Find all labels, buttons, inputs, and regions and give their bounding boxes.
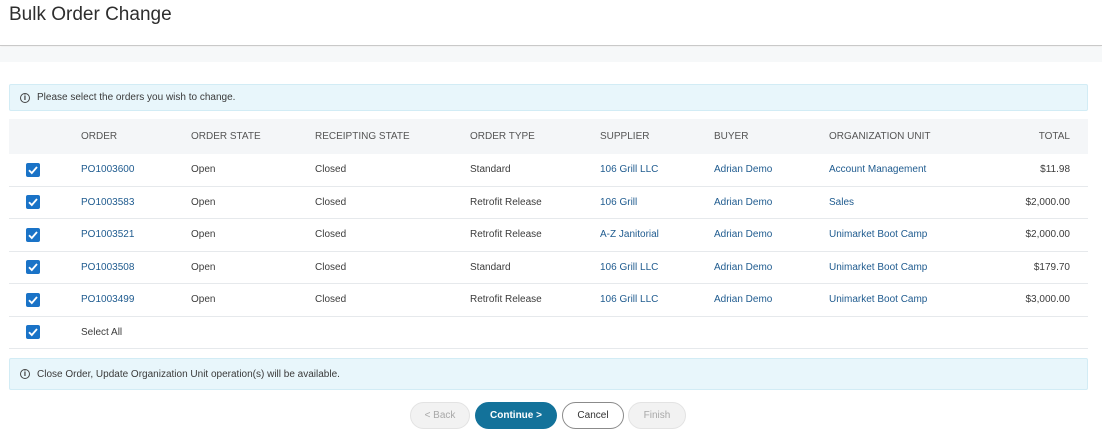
select-all-row: Select All <box>9 317 1088 349</box>
header-supplier[interactable]: SUPPLIER <box>600 131 649 142</box>
row-checkbox[interactable] <box>26 260 40 275</box>
receipting-state: Closed <box>315 196 347 208</box>
organization-unit-link[interactable]: Unimarket Boot Camp <box>829 229 927 240</box>
buyer-link[interactable]: Adrian Demo <box>714 294 772 305</box>
order-total: $3,000.00 <box>1025 294 1071 306</box>
back-button[interactable]: < Back <box>410 402 470 429</box>
page-title: Bulk Order Change <box>9 4 172 25</box>
supplier-link[interactable]: 106 Grill <box>600 197 637 208</box>
header-receipting-state[interactable]: RECEIPTING STATE <box>315 131 410 142</box>
continue-button[interactable]: Continue > <box>475 402 557 429</box>
order-total: $179.70 <box>1033 261 1070 273</box>
header-buyer[interactable]: BUYER <box>714 131 748 142</box>
organization-unit-link[interactable]: Account Management <box>829 164 926 175</box>
table-row: PO1003508 Open Closed Standard 106 Grill LLC… <box>9 252 1088 284</box>
order-type: Retrofit Release <box>470 196 542 208</box>
header-order-type[interactable]: ORDER TYPE <box>470 131 535 142</box>
header-organization-unit[interactable]: ORGANIZATION UNIT <box>829 131 930 142</box>
header-order[interactable]: ORDER <box>81 131 117 142</box>
info-banner-text: Please select the orders you wish to cha… <box>37 92 236 103</box>
supplier-link[interactable]: 106 Grill LLC <box>600 262 658 273</box>
select-all-checkbox[interactable] <box>26 325 40 340</box>
row-checkbox[interactable] <box>26 195 40 210</box>
info-banner-operations: i Close Order, Update Organization Unit … <box>9 358 1088 390</box>
order-link[interactable]: PO1003508 <box>81 262 134 273</box>
order-state: Open <box>191 229 216 241</box>
checkmark-icon <box>28 166 38 175</box>
table-body: PO1003600 Open Closed Standard 106 Grill LLC… <box>9 154 1088 317</box>
supplier-link[interactable]: A-Z Janitorial <box>600 229 659 240</box>
order-link[interactable]: PO1003583 <box>81 197 134 208</box>
order-state: Open <box>191 261 216 273</box>
buyer-link[interactable]: Adrian Demo <box>714 197 772 208</box>
checkmark-icon <box>28 198 38 207</box>
order-link[interactable]: PO1003521 <box>81 229 134 240</box>
checkmark-icon <box>28 263 38 272</box>
order-total: $11.98 <box>1040 164 1070 176</box>
order-type: Retrofit Release <box>470 229 542 241</box>
finish-button[interactable]: Finish <box>628 402 686 429</box>
order-type: Standard <box>470 261 511 273</box>
cancel-button[interactable]: Cancel <box>562 402 624 429</box>
info-banner-select: i Please select the orders you wish to c… <box>9 84 1088 111</box>
receipting-state: Closed <box>315 294 347 306</box>
order-link[interactable]: PO1003600 <box>81 164 134 175</box>
receipting-state: Closed <box>315 229 347 241</box>
checkmark-icon <box>28 296 38 305</box>
row-checkbox[interactable] <box>26 162 40 177</box>
order-type: Retrofit Release <box>470 294 542 306</box>
order-state: Open <box>191 164 216 176</box>
header-band <box>0 47 1102 62</box>
header-total[interactable]: TOTAL <box>1039 131 1070 142</box>
receipting-state: Closed <box>315 261 347 273</box>
buyer-link[interactable]: Adrian Demo <box>714 229 772 240</box>
row-checkbox[interactable] <box>26 227 40 242</box>
table-row: PO1003499 Open Closed Retrofit Release 106 G… <box>9 284 1088 317</box>
supplier-link[interactable]: 106 Grill LLC <box>600 294 658 305</box>
organization-unit-link[interactable]: Unimarket Boot Camp <box>829 294 927 305</box>
info-banner-operations-text: Close Order, Update Organization Unit op… <box>37 368 340 380</box>
table-row: PO1003600 Open Closed Standard 106 Grill LLC… <box>9 154 1088 187</box>
organization-unit-link[interactable]: Unimarket Boot Camp <box>829 262 927 273</box>
buyer-link[interactable]: Adrian Demo <box>714 262 772 273</box>
page-header: Bulk Order Change <box>0 0 1102 46</box>
wizard-buttons: < Back Continue > Cancel Finish <box>0 402 1102 429</box>
organization-unit-link[interactable]: Sales <box>829 197 854 208</box>
table-row: PO1003521 Open Closed Retrofit Release A-Z J… <box>9 219 1088 252</box>
info-circle-icon: i <box>20 92 30 103</box>
info-circle-icon: i <box>20 369 30 379</box>
order-total: $2,000.00 <box>1025 229 1071 241</box>
row-checkbox[interactable] <box>26 292 40 307</box>
order-state: Open <box>191 294 216 306</box>
order-link[interactable]: PO1003499 <box>81 294 134 305</box>
supplier-link[interactable]: 106 Grill LLC <box>600 164 658 175</box>
header-order-state[interactable]: ORDER STATE <box>191 131 261 142</box>
select-all-label: Select All <box>81 326 123 338</box>
order-total: $2,000.00 <box>1025 196 1071 208</box>
order-type: Standard <box>470 164 511 176</box>
table-header: ORDER ORDER STATE RECEIPTING STATE ORDER… <box>9 119 1088 154</box>
buyer-link[interactable]: Adrian Demo <box>714 164 772 175</box>
table-row: PO1003583 Open Closed Retrofit Release 106 G… <box>9 187 1088 219</box>
receipting-state: Closed <box>315 164 347 176</box>
orders-table: ORDER ORDER STATE RECEIPTING STATE ORDER… <box>9 119 1088 349</box>
checkmark-icon <box>28 231 38 240</box>
order-state: Open <box>191 196 216 208</box>
checkmark-icon <box>28 328 38 337</box>
